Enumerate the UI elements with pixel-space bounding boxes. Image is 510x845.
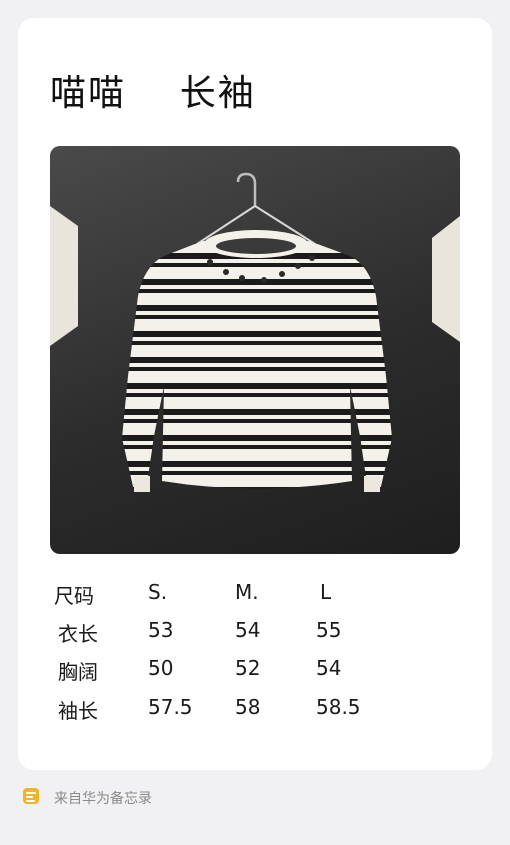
row-value-m: 58 [235, 695, 261, 719]
header-size-label: 尺码 [54, 584, 94, 608]
row-value-s: 53 [148, 618, 174, 642]
header-size-m: M. [235, 580, 259, 604]
row-value-m: 54 [235, 618, 261, 642]
source-text: 来自华为备忘录 [54, 791, 152, 807]
row-value-l: 55 [316, 618, 342, 642]
size-table-header: 尺码 S. M. L [0, 580, 510, 610]
table-row: 胸阔 50 52 54 [0, 656, 510, 686]
row-value-l: 58.5 [316, 695, 361, 719]
row-label: 胸阔 [58, 660, 98, 684]
row-label: 衣长 [58, 622, 98, 646]
sweater-image [50, 172, 460, 492]
row-value-s: 57.5 [148, 695, 193, 719]
header-size-l: L [320, 580, 332, 604]
table-row: 衣长 53 54 55 [0, 618, 510, 648]
row-value-l: 54 [316, 656, 342, 680]
row-value-s: 50 [148, 656, 174, 680]
product-photo[interactable] [50, 146, 460, 554]
note-title: 喵喵 长袖 [50, 73, 256, 114]
row-value-m: 52 [235, 656, 261, 680]
header-size-s: S. [148, 580, 168, 604]
row-label: 袖长 [58, 699, 98, 723]
memo-app-icon [23, 788, 39, 804]
table-row: 袖长 57.5 58 58.5 [0, 695, 510, 725]
